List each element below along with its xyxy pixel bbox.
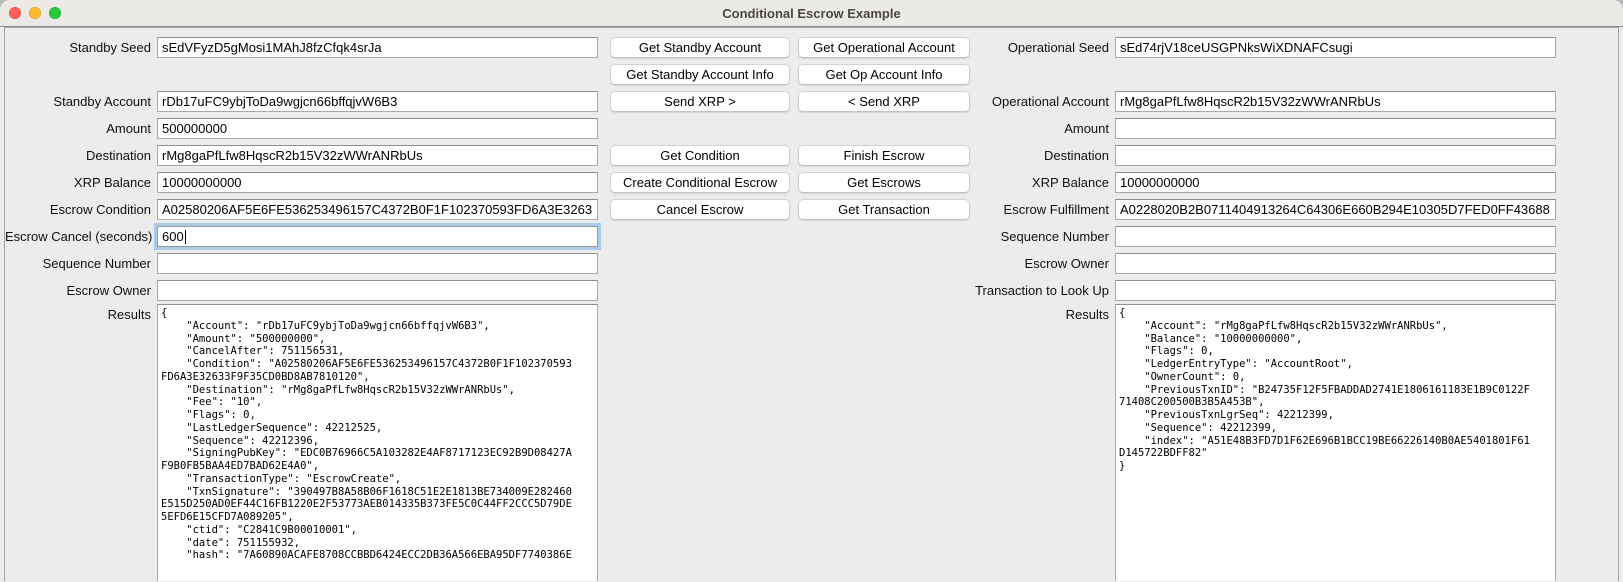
titlebar: Conditional Escrow Example bbox=[0, 0, 1623, 27]
standby-destination-input[interactable] bbox=[157, 145, 598, 166]
get-standby-account-button[interactable]: Get Standby Account bbox=[610, 37, 790, 58]
standby-account-label: Standby Account bbox=[5, 94, 157, 109]
send-xrp-right-button[interactable]: Send XRP > bbox=[610, 91, 790, 112]
operational-sequence-input[interactable] bbox=[1115, 226, 1556, 247]
operational-balance-label: XRP Balance bbox=[968, 175, 1115, 190]
transaction-lookup-label: Transaction to Look Up bbox=[968, 283, 1115, 298]
standby-balance-input[interactable] bbox=[157, 172, 598, 193]
escrow-cancel-input[interactable]: 600 bbox=[157, 226, 598, 247]
standby-destination-label: Destination bbox=[5, 148, 157, 163]
standby-sequence-input[interactable] bbox=[157, 253, 598, 274]
main-content: Standby Seed Get Standby Account Get Ope… bbox=[4, 27, 1619, 581]
get-condition-button[interactable]: Get Condition bbox=[610, 145, 790, 166]
standby-balance-label: XRP Balance bbox=[5, 175, 157, 190]
escrow-condition-input[interactable] bbox=[157, 199, 598, 220]
standby-amount-input[interactable] bbox=[157, 118, 598, 139]
escrow-condition-label: Escrow Condition bbox=[5, 202, 157, 217]
standby-account-input[interactable] bbox=[157, 91, 598, 112]
operational-escrow-owner-label: Escrow Owner bbox=[968, 256, 1115, 271]
get-transaction-button[interactable]: Get Transaction bbox=[798, 199, 970, 220]
operational-amount-input[interactable] bbox=[1115, 118, 1556, 139]
cancel-escrow-button[interactable]: Cancel Escrow bbox=[610, 199, 790, 220]
text-caret bbox=[185, 230, 186, 244]
operational-sequence-label: Sequence Number bbox=[968, 229, 1115, 244]
escrow-cancel-label: Escrow Cancel (seconds) bbox=[5, 229, 157, 244]
standby-results-text[interactable]: { "Account": "rDb17uFC9ybjToDa9wgjcn66bf… bbox=[157, 304, 598, 581]
standby-seed-input[interactable] bbox=[157, 37, 598, 58]
standby-amount-label: Amount bbox=[5, 121, 157, 136]
standby-escrow-owner-input[interactable] bbox=[157, 280, 598, 301]
app-window: Conditional Escrow Example Standby Seed … bbox=[0, 0, 1623, 582]
get-escrows-button[interactable]: Get Escrows bbox=[798, 172, 970, 193]
get-op-account-info-button[interactable]: Get Op Account Info bbox=[798, 64, 970, 85]
operational-account-input[interactable] bbox=[1115, 91, 1556, 112]
operational-seed-label: Operational Seed bbox=[968, 40, 1115, 55]
send-xrp-left-button[interactable]: < Send XRP bbox=[798, 91, 970, 112]
operational-destination-input[interactable] bbox=[1115, 145, 1556, 166]
operational-destination-label: Destination bbox=[968, 148, 1115, 163]
finish-escrow-button[interactable]: Finish Escrow bbox=[798, 145, 970, 166]
get-standby-account-info-button[interactable]: Get Standby Account Info bbox=[610, 64, 790, 85]
transaction-lookup-input[interactable] bbox=[1115, 280, 1556, 301]
get-operational-account-button[interactable]: Get Operational Account bbox=[798, 37, 970, 58]
window-title: Conditional Escrow Example bbox=[0, 6, 1623, 21]
standby-sequence-label: Sequence Number bbox=[5, 256, 157, 271]
standby-escrow-owner-label: Escrow Owner bbox=[5, 283, 157, 298]
operational-escrow-owner-input[interactable] bbox=[1115, 253, 1556, 274]
operational-account-label: Operational Account bbox=[968, 94, 1115, 109]
operational-results-label: Results bbox=[968, 304, 1115, 322]
standby-seed-label: Standby Seed bbox=[5, 40, 157, 55]
escrow-fulfillment-input[interactable] bbox=[1115, 199, 1556, 220]
escrow-fulfillment-label: Escrow Fulfillment bbox=[968, 202, 1115, 217]
escrow-cancel-value: 600 bbox=[162, 229, 184, 244]
form-grid: Standby Seed Get Standby Account Get Ope… bbox=[5, 28, 1618, 581]
create-conditional-escrow-button[interactable]: Create Conditional Escrow bbox=[610, 172, 790, 193]
operational-results-text[interactable]: { "Account": "rMg8gaPfLfw8HqscR2b15V32zW… bbox=[1115, 304, 1556, 581]
operational-amount-label: Amount bbox=[968, 121, 1115, 136]
operational-seed-input[interactable] bbox=[1115, 37, 1556, 58]
operational-balance-input[interactable] bbox=[1115, 172, 1556, 193]
standby-results-label: Results bbox=[5, 304, 157, 322]
